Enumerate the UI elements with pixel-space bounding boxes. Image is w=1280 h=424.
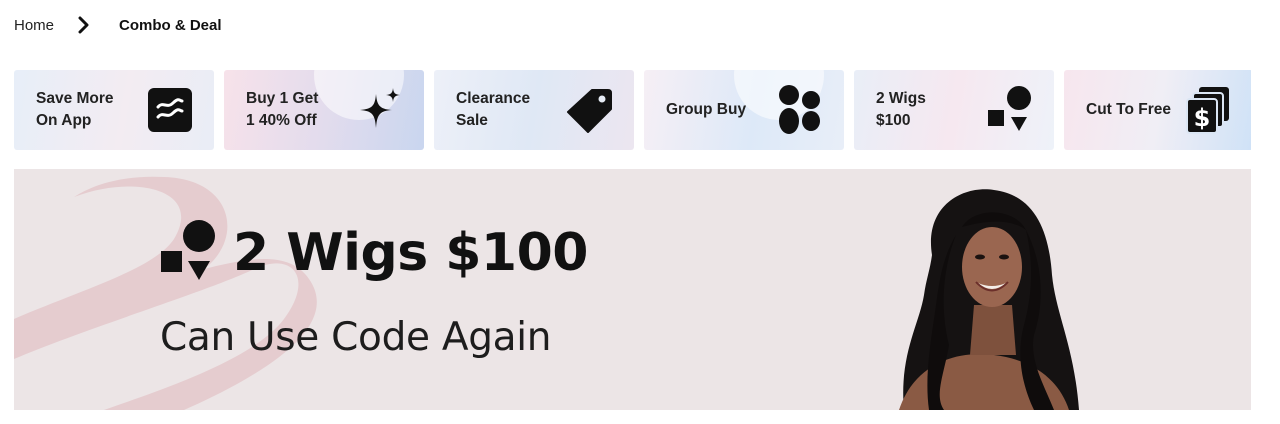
breadcrumb-home-link[interactable]: Home: [14, 17, 54, 34]
sparkle-icon: [356, 86, 404, 134]
shapes-icon: [986, 86, 1034, 134]
promo-card-clearance-sale[interactable]: Clearance Sale: [434, 70, 634, 150]
promo-card-cut-to-free[interactable]: Cut To Free $: [1064, 70, 1251, 150]
promo-card-label: Save More On App: [36, 90, 114, 129]
dollar-cards-icon: $: [1185, 86, 1233, 134]
banner-title: 2 Wigs $100: [233, 222, 588, 283]
model-image: [899, 189, 1079, 410]
promo-card-label: Buy 1 Get 1 40% Off: [246, 90, 319, 129]
promo-card-buy-1-get-1[interactable]: Buy 1 Get 1 40% Off: [224, 70, 424, 150]
promo-card-label: Cut To Free: [1086, 101, 1171, 118]
promo-card-group-buy[interactable]: Group Buy: [644, 70, 844, 150]
decorative-swirl: [14, 176, 317, 410]
promo-card-label: Group Buy: [666, 101, 747, 118]
promo-card-2-wigs-100[interactable]: 2 Wigs $100: [854, 70, 1054, 150]
group-dots-icon: [776, 85, 824, 134]
breadcrumb-current: Combo & Deal: [119, 16, 222, 34]
banner-heading: 2 Wigs $100: [159, 219, 588, 286]
promo-card-row: Save More On App Buy 1 Get 1 40% Off Cle…: [14, 70, 1251, 150]
promo-card-label: 2 Wigs $100: [876, 90, 926, 129]
shapes-icon: [159, 219, 217, 286]
banner-subtitle: Can Use Code Again: [160, 315, 552, 360]
chevron-right-icon: [72, 14, 96, 36]
svg-text:$: $: [1194, 104, 1211, 132]
price-tag-icon: [566, 86, 614, 134]
promo-card-save-more-on-app[interactable]: Save More On App: [14, 70, 214, 150]
app-logo-icon: [146, 86, 194, 134]
promo-banner[interactable]: 2 Wigs $100 Can Use Code Again: [14, 169, 1251, 410]
promo-card-label: Clearance Sale: [456, 90, 531, 129]
breadcrumb: Home Combo & Deal: [14, 14, 222, 36]
